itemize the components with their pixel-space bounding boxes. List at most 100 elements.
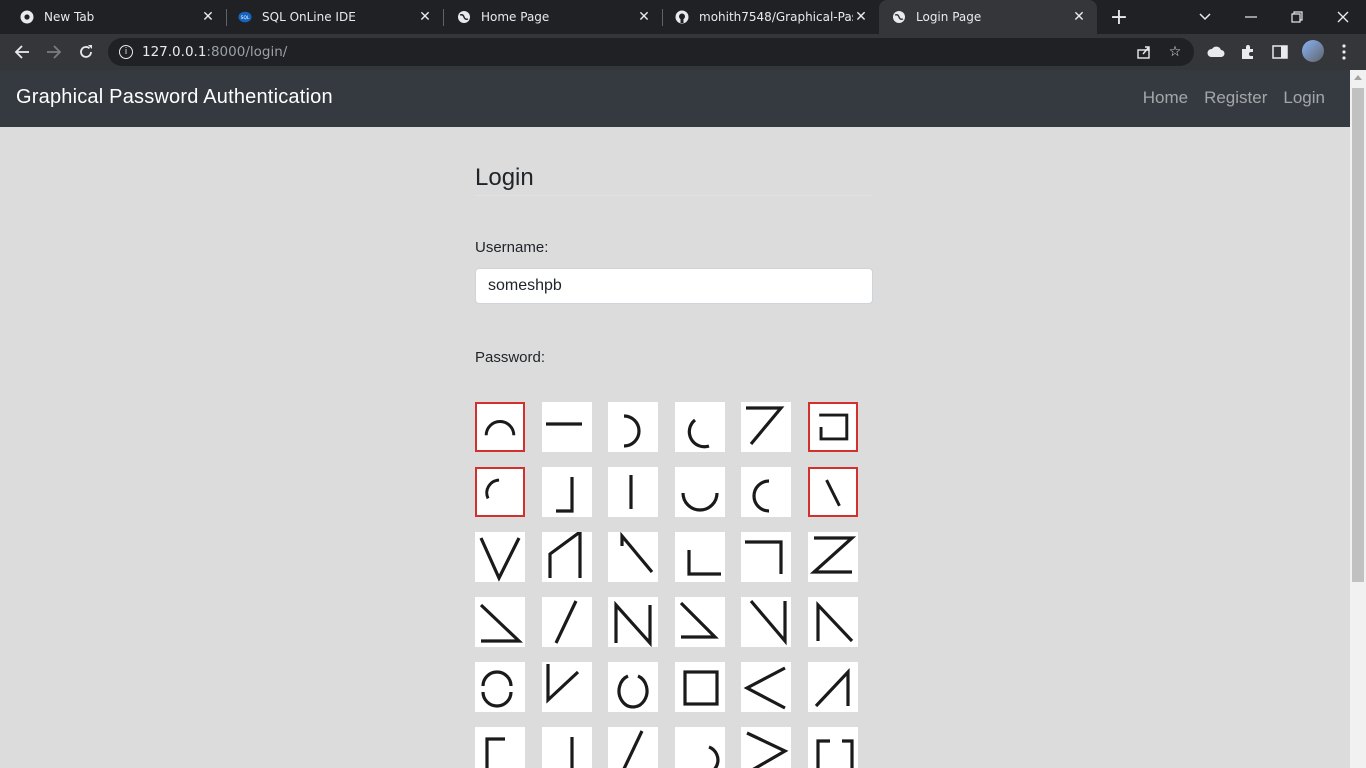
share-icon[interactable] [1136, 44, 1152, 60]
tab-github[interactable]: mohith7548/Graphical-Passw ✕ [663, 0, 879, 34]
address-bar[interactable]: i 127.0.0.1:8000/login/ ☆ [108, 38, 1194, 66]
password-image-angle-top-left-icon[interactable] [608, 532, 658, 582]
password-image-check-icon[interactable] [542, 662, 592, 712]
tab-title: New Tab [44, 10, 95, 24]
minimize-button[interactable] [1228, 0, 1273, 34]
password-image-circle-open-icon[interactable] [608, 662, 658, 712]
password-image-arc-bottom-icon[interactable] [675, 467, 725, 517]
angle-top-left-glyph-icon [620, 532, 654, 574]
browser-tabstrip: New Tab ✕ SQL SQL OnLine IDE ✕ Home Page… [0, 0, 1366, 34]
password-image-greater-than-icon[interactable] [741, 727, 791, 768]
password-image-arc-small-left-icon[interactable] [475, 467, 525, 517]
arc-small-left-glyph-icon [485, 478, 500, 500]
bracket-pair-glyph-icon [816, 739, 854, 768]
close-icon[interactable]: ✕ [1071, 9, 1087, 25]
password-image-corner-bottom-right-icon[interactable] [542, 467, 592, 517]
divider [475, 195, 871, 196]
password-image-n-slant-icon[interactable] [542, 532, 592, 582]
password-image-slash-icon[interactable] [542, 597, 592, 647]
password-image-backslash-icon[interactable] [808, 467, 858, 517]
browser-toolbar: i 127.0.0.1:8000/login/ ☆ [0, 34, 1366, 70]
vertical-line-glyph-icon [629, 475, 633, 509]
close-icon[interactable]: ✕ [200, 9, 216, 25]
password-image-horizontal-line-icon[interactable] [542, 402, 592, 452]
corner-top-right-glyph-icon [745, 540, 783, 574]
forward-button[interactable] [40, 38, 68, 66]
password-image-arc-right-icon[interactable] [608, 402, 658, 452]
globe-icon [892, 10, 906, 24]
close-icon[interactable]: ✕ [636, 9, 652, 25]
password-image-square-icon[interactable] [675, 662, 725, 712]
password-image-angle-right-icon[interactable] [741, 597, 791, 647]
tab-title: Home Page [481, 10, 550, 24]
scrollbar-thumb[interactable] [1352, 88, 1364, 582]
github-icon [675, 10, 689, 24]
extension-cloud-icon[interactable] [1206, 42, 1226, 62]
corner-bottom-right-glyph-icon [556, 477, 574, 513]
password-image-vertical-line-icon[interactable] [608, 467, 658, 517]
tab-title: SQL OnLine IDE [262, 10, 356, 24]
password-image-corner-bottom-right-icon[interactable] [542, 727, 592, 768]
password-image-seven-icon[interactable] [741, 402, 791, 452]
vertical-scrollbar[interactable] [1350, 70, 1366, 768]
seven-glyph-icon [746, 406, 785, 446]
restore-button[interactable] [1274, 0, 1319, 34]
angle-up-left-glyph-icon [816, 600, 854, 643]
chrome-icon [20, 10, 34, 24]
password-image-circle-split-icon[interactable] [475, 662, 525, 712]
nav-links: Home Register Login [1143, 88, 1325, 108]
password-image-z-reversed-icon[interactable] [475, 597, 525, 647]
password-image-square-open-left-icon[interactable] [808, 402, 858, 452]
hook-glyph-icon [708, 745, 720, 768]
tab-search-button[interactable] [1182, 0, 1227, 34]
scroll-up-arrow-icon[interactable] [1354, 75, 1362, 80]
tab-sql-online-ide[interactable]: SQL SQL OnLine IDE ✕ [227, 0, 443, 34]
arc-bottom-left-glyph-icon [687, 418, 710, 449]
close-icon[interactable]: ✕ [417, 9, 433, 25]
nav-link-register[interactable]: Register [1204, 88, 1267, 108]
n-slant-glyph-icon [548, 532, 582, 578]
password-image-bracket-pair-icon[interactable] [808, 727, 858, 768]
close-window-button[interactable] [1320, 0, 1365, 34]
password-label: Password: [475, 349, 546, 366]
password-image-z-icon[interactable] [808, 532, 858, 582]
info-icon[interactable]: i [119, 45, 133, 59]
check-glyph-icon [546, 664, 580, 704]
close-icon[interactable]: ✕ [853, 9, 869, 25]
nav-link-home[interactable]: Home [1143, 88, 1188, 108]
slash-vertical-glyph-icon [814, 667, 850, 708]
menu-kebab-icon[interactable] [1334, 42, 1354, 62]
password-image-slash-icon[interactable] [608, 727, 658, 768]
password-image-slash-vertical-icon[interactable] [808, 662, 858, 712]
nav-link-login[interactable]: Login [1283, 88, 1325, 108]
triangle-down-right-glyph-icon [679, 601, 719, 639]
arc-bottom-glyph-icon [681, 492, 719, 512]
tab-login-page[interactable]: Login Page ✕ [879, 0, 1097, 34]
password-image-less-than-icon[interactable] [741, 662, 791, 712]
password-image-corner-bottom-left-icon[interactable] [675, 532, 725, 582]
password-image-arc-top-icon[interactable] [475, 402, 525, 452]
back-button[interactable] [8, 38, 36, 66]
password-image-n-icon[interactable] [608, 597, 658, 647]
url-host: 127.0.0.1 [142, 44, 207, 60]
password-image-hook-icon[interactable] [675, 727, 725, 768]
tab-home-page[interactable]: Home Page ✕ [444, 0, 662, 34]
site-brand[interactable]: Graphical Password Authentication [16, 86, 333, 109]
username-field[interactable]: someshpb [475, 268, 873, 304]
extensions-puzzle-icon[interactable] [1238, 42, 1258, 62]
sql-icon: SQL [238, 10, 252, 24]
profile-avatar[interactable] [1302, 40, 1324, 62]
tab-new-tab[interactable]: New Tab ✕ [0, 0, 226, 34]
password-image-corner-top-right-icon[interactable] [741, 532, 791, 582]
password-image-arc-bottom-left-icon[interactable] [675, 402, 725, 452]
new-tab-button[interactable]: + [1105, 3, 1133, 31]
reload-button[interactable] [72, 38, 100, 66]
side-panel-icon[interactable] [1270, 42, 1290, 62]
password-image-arc-left-icon[interactable] [741, 467, 791, 517]
bookmark-star-icon[interactable]: ☆ [1167, 44, 1183, 60]
password-image-v-icon[interactable] [475, 532, 525, 582]
password-image-corner-top-left-icon[interactable] [475, 727, 525, 768]
password-image-triangle-down-right-icon[interactable] [675, 597, 725, 647]
password-image-angle-up-left-icon[interactable] [808, 597, 858, 647]
url-text: 127.0.0.1:8000/login/ [142, 44, 287, 60]
